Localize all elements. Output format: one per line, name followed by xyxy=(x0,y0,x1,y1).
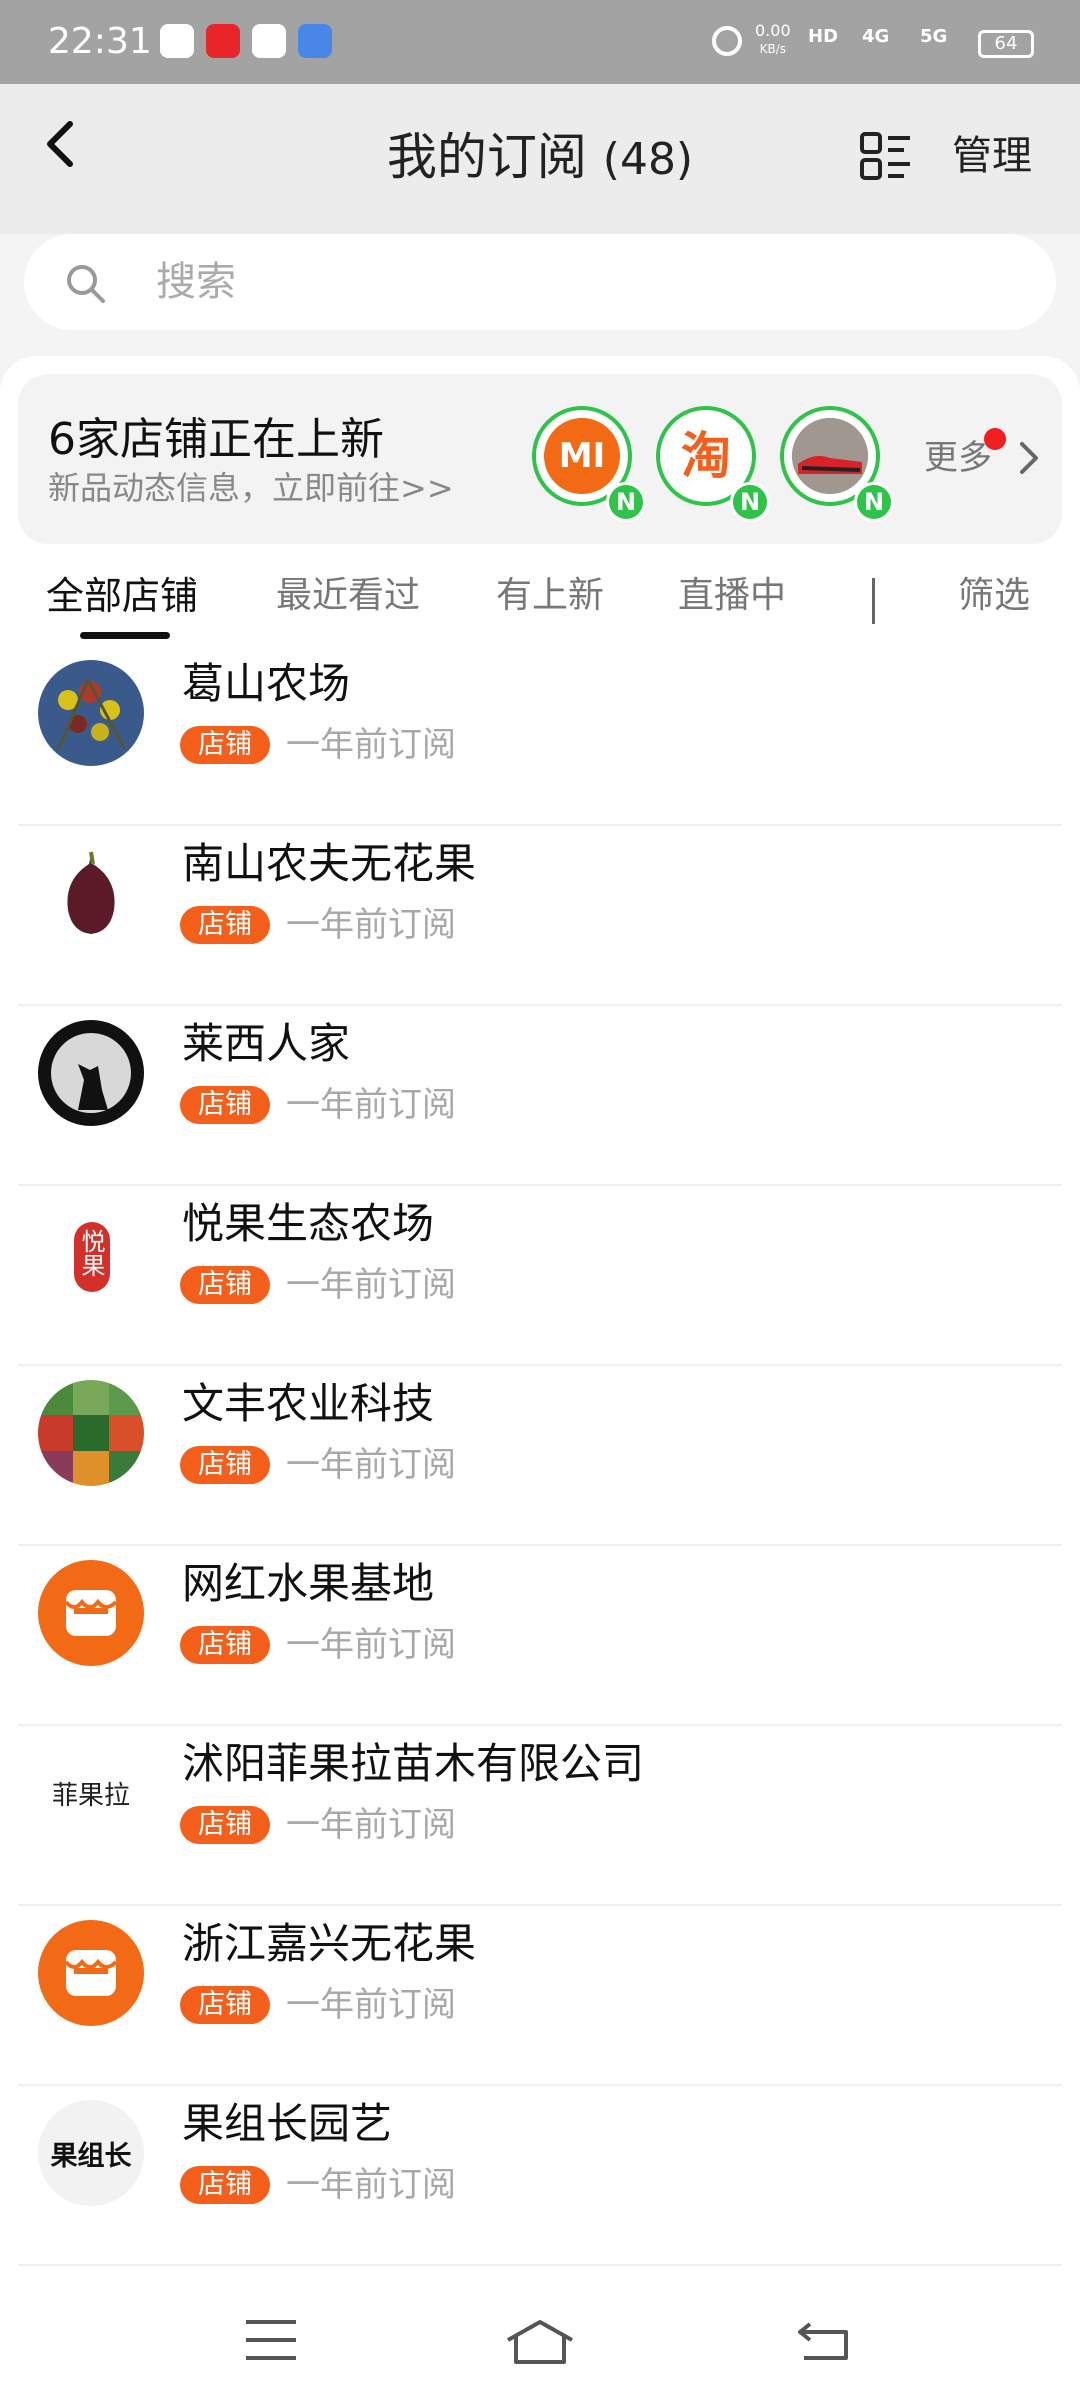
shoe-photo-icon xyxy=(792,418,868,494)
tab-new-arrivals[interactable]: 有上新 xyxy=(496,566,604,626)
active-tab-indicator xyxy=(80,632,170,639)
shop-tag-badge: 店铺 xyxy=(180,906,270,944)
subscribed-time: 一年前订阅 xyxy=(286,725,456,765)
avatar-logo-text: 果组长 xyxy=(50,2140,132,2172)
yueguo-logo-avatar[interactable]: 悦果 xyxy=(38,1200,144,1306)
shop-tag-badge: 店铺 xyxy=(180,2166,270,2204)
status-bar: 22:31 0.00 KB/s HD 4G 5G 64 xyxy=(0,0,1080,84)
subscribed-time: 一年前订阅 xyxy=(286,1985,456,2025)
subscribed-time: 一年前订阅 xyxy=(286,1265,456,1305)
chevron-right-icon[interactable] xyxy=(1018,440,1042,476)
tab-all-shops[interactable]: 全部店铺 xyxy=(46,566,198,626)
shop-name[interactable]: 莱西人家 xyxy=(182,1016,350,1072)
subscription-row[interactable]: 南山农夫无花果店铺 一年前订阅 xyxy=(0,826,1080,1006)
notification-dot xyxy=(984,428,1006,450)
page-title: 我的订阅 (48) xyxy=(0,124,1080,193)
guozuzhang-logo-avatar[interactable]: 果组长 xyxy=(38,2100,144,2206)
subscribed-time: 一年前订阅 xyxy=(286,2165,456,2205)
shop-name[interactable]: 南山农夫无花果 xyxy=(182,836,476,892)
shop-tag-badge: 店铺 xyxy=(180,1086,270,1124)
filter-button[interactable]: 筛选 xyxy=(958,566,1030,626)
speed-value: 0.00 xyxy=(755,21,791,40)
page-header: 我的订阅 (48) 管理 xyxy=(0,84,1080,234)
subscribed-time: 一年前订阅 xyxy=(286,1625,456,1665)
subscription-row[interactable]: 文丰农业科技店铺 一年前订阅 xyxy=(0,1366,1080,1546)
status-time: 22:31 xyxy=(48,21,152,62)
system-navigation-bar xyxy=(0,2276,1080,2408)
store-default-icon-avatar[interactable] xyxy=(38,1920,144,2026)
alarm-icon xyxy=(712,26,742,56)
subscribed-time: 一年前订阅 xyxy=(286,1805,456,1845)
subscription-row[interactable]: 悦果 悦果生态农场店铺 一年前订阅 xyxy=(0,1186,1080,1366)
berry-photo-avatar[interactable] xyxy=(38,660,144,766)
shop-tag-badge: 店铺 xyxy=(180,1446,270,1484)
shop-name[interactable]: 沭阳菲果拉苗木有限公司 xyxy=(182,1736,644,1792)
page-title-text: 我的订阅 xyxy=(386,128,587,186)
tab-divider xyxy=(872,578,875,624)
fig-photo-avatar[interactable] xyxy=(38,840,144,946)
subscription-row[interactable]: 菲果拉 沭阳菲果拉苗木有限公司店铺 一年前订阅 xyxy=(0,1726,1080,1906)
subscribed-time: 一年前订阅 xyxy=(286,1445,456,1485)
new-badge-icon: N xyxy=(606,482,646,522)
shop-tag-badge: 店铺 xyxy=(180,726,270,764)
map-notification-icon xyxy=(298,24,332,58)
subscription-panel: 6家店铺正在上新 新品动态信息，立即前往>> MI N 淘 N N 更多 全部店… xyxy=(0,356,1080,2276)
app-notification-icon xyxy=(206,24,240,58)
mi-logo-icon: MI xyxy=(544,418,620,494)
subscription-count: (48) xyxy=(602,134,694,185)
new-arrivals-title: 6家店铺正在上新 xyxy=(48,414,384,465)
battery-icon: 64 xyxy=(978,30,1034,58)
subscribed-time: 一年前订阅 xyxy=(286,1085,456,1125)
more-button[interactable]: 更多 xyxy=(924,434,992,482)
wolf-moon-photo-avatar[interactable] xyxy=(38,1020,144,1126)
fruit-grid-photo-avatar[interactable] xyxy=(38,1380,144,1486)
subscription-row[interactable]: 葛山农场店铺 一年前订阅 xyxy=(0,646,1080,826)
row-divider xyxy=(18,2264,1062,2266)
shop-name[interactable]: 浙江嘉兴无花果 xyxy=(182,1916,476,1972)
feiguola-logo-avatar[interactable]: 菲果拉 xyxy=(38,1740,144,1846)
shop-tag-badge: 店铺 xyxy=(180,1986,270,2024)
music-notification-icon xyxy=(160,24,194,58)
search-icon xyxy=(67,265,105,303)
taobao-logo-icon: 淘 xyxy=(668,418,744,494)
back-nav-icon[interactable] xyxy=(796,2318,852,2362)
speed-unit: KB/s xyxy=(759,42,787,56)
manage-button[interactable]: 管理 xyxy=(952,128,1032,184)
hd-icon: HD xyxy=(808,26,839,47)
shop-name[interactable]: 葛山农场 xyxy=(182,656,350,712)
search-bar[interactable]: 搜索 xyxy=(24,234,1056,330)
tab-recently-viewed[interactable]: 最近看过 xyxy=(276,566,420,626)
avatar-logo-text: 悦果 xyxy=(77,1229,105,1277)
shop-tag-badge: 店铺 xyxy=(180,1806,270,1844)
book-notification-icon xyxy=(252,24,286,58)
search-input[interactable]: 搜索 xyxy=(156,254,236,310)
home-icon[interactable] xyxy=(504,2318,576,2366)
signal-4g-icon: 4G xyxy=(862,26,890,47)
new-arrivals-subtitle: 新品动态信息，立即前往>> xyxy=(48,469,454,507)
shop-tag-badge: 店铺 xyxy=(180,1266,270,1304)
new-badge-icon: N xyxy=(730,482,770,522)
tab-live[interactable]: 直播中 xyxy=(678,566,786,626)
subscription-row[interactable]: 浙江嘉兴无花果店铺 一年前订阅 xyxy=(0,1906,1080,2086)
shop-name[interactable]: 悦果生态农场 xyxy=(182,1196,434,1252)
avatar-logo-text: 菲果拉 xyxy=(51,1780,130,1811)
subscription-row[interactable]: 莱西人家店铺 一年前订阅 xyxy=(0,1006,1080,1186)
subscription-row[interactable]: 网红水果基地店铺 一年前订阅 xyxy=(0,1546,1080,1726)
shop-name[interactable]: 文丰农业科技 xyxy=(182,1376,434,1432)
shop-name[interactable]: 网红水果基地 xyxy=(182,1556,434,1612)
new-badge-icon: N xyxy=(854,482,894,522)
menu-icon[interactable] xyxy=(244,2318,298,2362)
network-speed: 0.00 KB/s xyxy=(755,22,791,58)
shop-name[interactable]: 果组长园艺 xyxy=(182,2096,392,2152)
store-default-icon-avatar[interactable] xyxy=(38,1560,144,1666)
new-arrivals-banner[interactable]: 6家店铺正在上新 新品动态信息，立即前往>> MI N 淘 N N 更多 xyxy=(18,374,1062,544)
signal-5g-icon: 5G xyxy=(920,26,948,47)
shop-tag-badge: 店铺 xyxy=(180,1626,270,1664)
subscribed-time: 一年前订阅 xyxy=(286,905,456,945)
manage-list-icon[interactable] xyxy=(858,128,914,184)
filter-tabs: 全部店铺 最近看过 有上新 直播中 筛选 xyxy=(0,566,1080,646)
subscription-row[interactable]: 果组长 果组长园艺店铺 一年前订阅 xyxy=(0,2086,1080,2266)
